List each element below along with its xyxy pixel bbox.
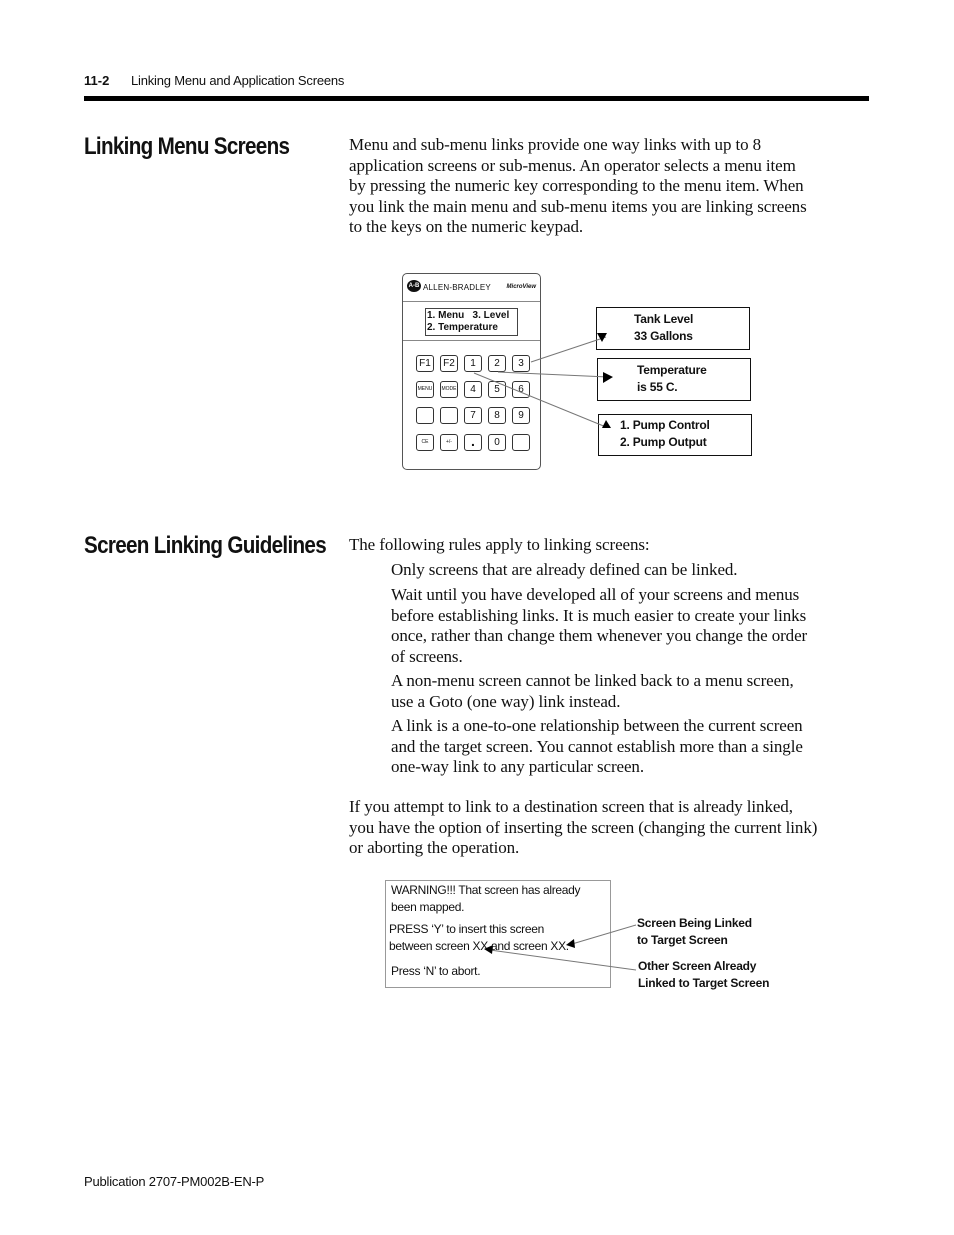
connector-lines (473, 333, 637, 971)
connector-already-linked (489, 949, 637, 971)
arrowhead-icon (484, 945, 493, 954)
arrowhead-icon (603, 372, 613, 383)
connector-key3-tank (530, 336, 607, 363)
arrowhead-icon (566, 939, 575, 948)
connector-being-linked (571, 924, 637, 945)
connector-key2-temperature (497, 371, 609, 378)
arrowhead-icon (602, 420, 611, 428)
connector-key1-pump (473, 372, 607, 428)
publication-footer: Publication 2707-PM002B-EN-P (84, 1174, 265, 1189)
